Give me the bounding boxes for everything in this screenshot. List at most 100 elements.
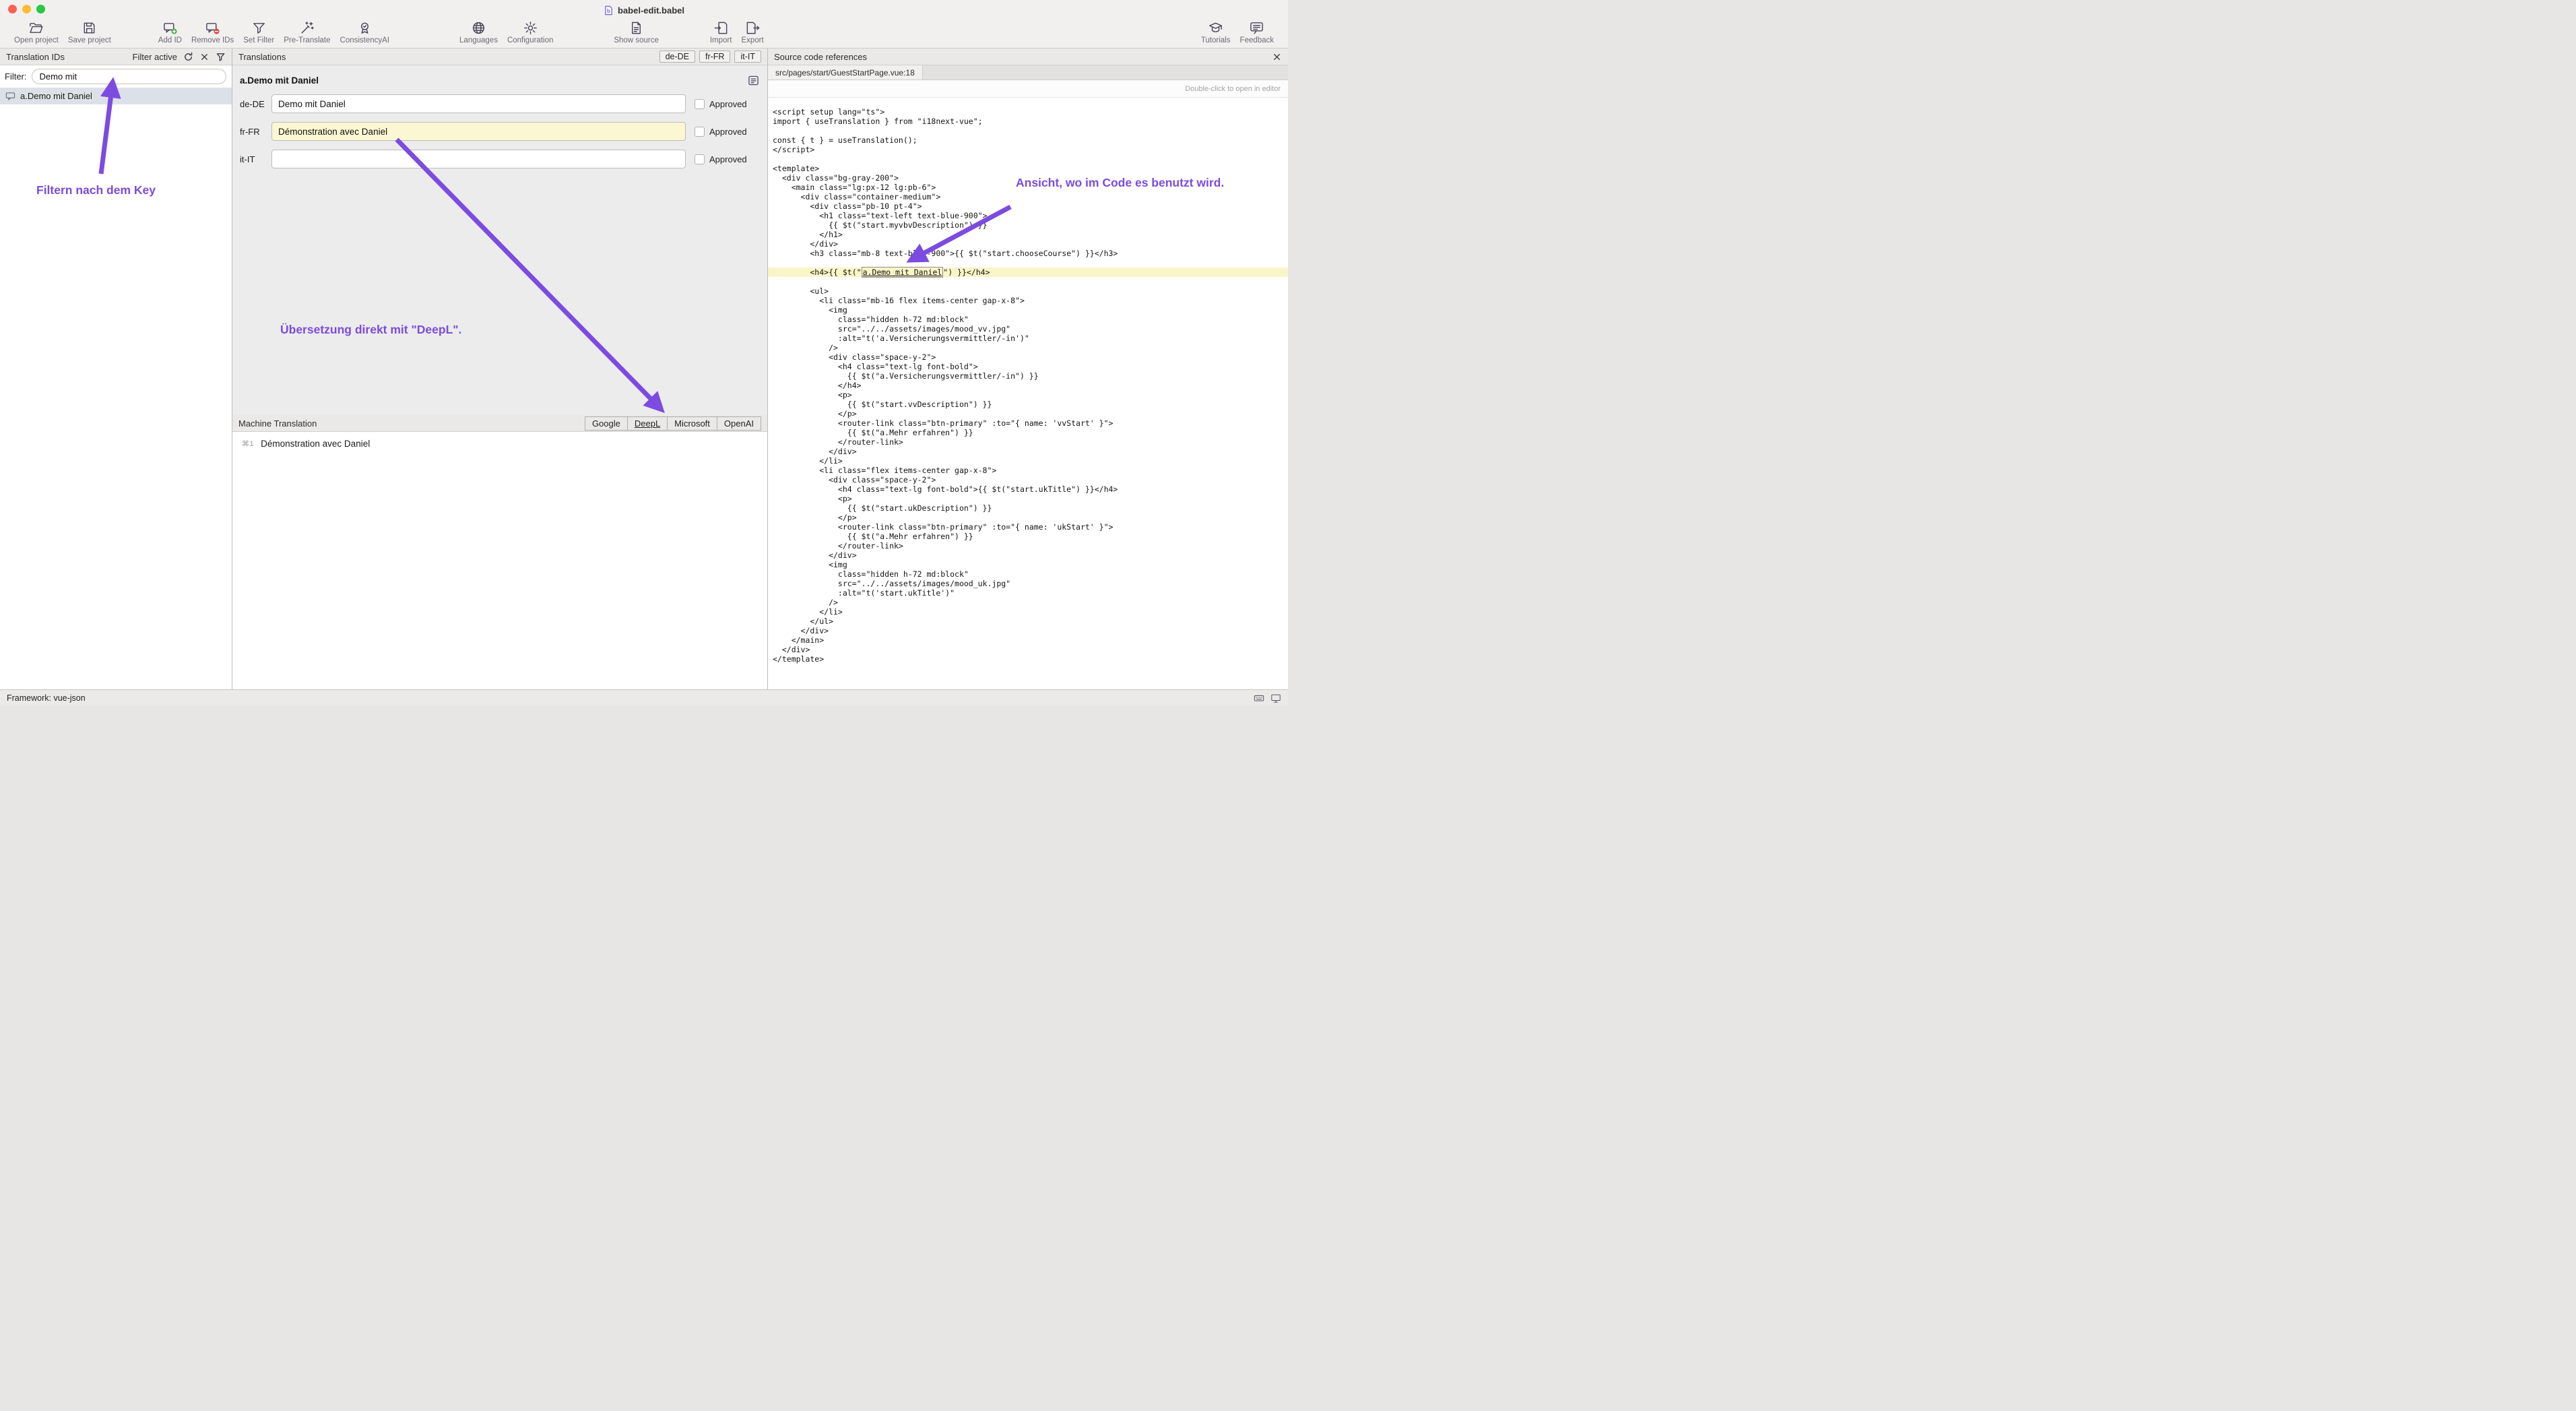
code-line: <template> <box>768 164 1288 173</box>
source-code-panel: Source code references src/pages/start/G… <box>768 49 1288 689</box>
toggle-de-DE[interactable]: de-DE <box>659 51 695 63</box>
open-in-editor-hint: Double-click to open in editor <box>1185 85 1281 93</box>
set-filter-button[interactable]: Set Filter <box>238 20 279 45</box>
code-line: </div> <box>768 447 1288 456</box>
filter-label: Filter: <box>5 71 27 82</box>
code-line: </div> <box>768 239 1288 249</box>
toolbar-group-source: Show source <box>609 20 663 45</box>
source-code-header: Source code references <box>774 52 867 62</box>
zoom-window-button[interactable] <box>36 5 45 13</box>
svg-text:b: b <box>607 7 610 14</box>
tutorials-button[interactable]: Tutorials <box>1196 20 1235 45</box>
export-icon <box>745 20 761 36</box>
feedback-button[interactable]: Feedback <box>1235 20 1279 45</box>
code-line: <img <box>768 305 1288 315</box>
code-line: <li class="mb-16 flex items-center gap-x… <box>768 296 1288 305</box>
code-line <box>768 126 1288 135</box>
code-line: </p> <box>768 409 1288 418</box>
languages-button[interactable]: Languages <box>455 20 503 45</box>
code-line: {{ $t("a.Mehr erfahren") }} <box>768 428 1288 437</box>
translation-id-item[interactable]: a.Demo mit Daniel <box>0 88 232 104</box>
code-line: {{ $t("a.Versicherungsvermittler/-in") }… <box>768 371 1288 381</box>
funnel-icon <box>251 20 267 36</box>
toggle-it-IT[interactable]: it-IT <box>734 51 761 63</box>
file-reference-tab[interactable]: src/pages/start/GuestStartPage.vue:18 <box>768 65 923 80</box>
mt-tab-google[interactable]: Google <box>585 416 628 431</box>
save-project-button[interactable]: Save project <box>63 20 116 45</box>
remove-ids-button[interactable]: Remove IDs <box>187 20 238 45</box>
code-line: <h4 class="text-lg font-bold">{{ $t("sta… <box>768 484 1288 494</box>
machine-translation-header-bar: Machine Translation Google DeepL Microso… <box>232 415 767 432</box>
approved-label: Approved <box>709 99 747 109</box>
mt-tab-microsoft[interactable]: Microsoft <box>667 416 717 431</box>
traffic-lights <box>8 5 45 13</box>
code-line: <h4 class="text-lg font-bold"> <box>768 362 1288 371</box>
mt-suggestion-row[interactable]: ⌘1 Démonstration avec Daniel <box>242 439 758 449</box>
open-project-button[interactable]: Open project <box>9 20 63 45</box>
code-line: <div class="space-y-2"> <box>768 352 1288 362</box>
translation-input-fr-FR[interactable] <box>271 122 686 141</box>
filter-icon[interactable] <box>216 52 226 62</box>
pre-translate-button[interactable]: Pre-Translate <box>279 20 335 45</box>
show-source-button[interactable]: Show source <box>609 20 663 45</box>
code-line: <p> <box>768 494 1288 503</box>
refresh-icon[interactable] <box>183 52 193 62</box>
code-line: src="../../assets/images/mood_uk.jpg" <box>768 579 1288 588</box>
highlighted-translation-key: a.Demo mit Daniel <box>862 267 944 278</box>
filter-active-label: Filter active <box>133 52 177 62</box>
approved-checkbox-de-DE[interactable] <box>695 99 705 109</box>
code-line: :alt="t('a.Versicherungsvermittler/-in')… <box>768 334 1288 343</box>
keyboard-icon[interactable] <box>1254 693 1264 703</box>
mt-tab-deepl[interactable]: DeepL <box>627 416 668 431</box>
code-line: </p> <box>768 513 1288 522</box>
statusbar: Framework: vue-json <box>0 689 1288 706</box>
toggle-fr-FR[interactable]: fr-FR <box>699 51 730 63</box>
translation-input-de-DE[interactable] <box>271 94 686 113</box>
code-line: {{ $t("start.ukDescription") }} <box>768 503 1288 513</box>
translation-row-fr-FR: fr-FR Approved <box>232 122 767 141</box>
translations-header: Translations <box>238 52 286 62</box>
close-panel-icon[interactable] <box>1272 52 1282 62</box>
code-line: <li class="flex items-center gap-x-8"> <box>768 466 1288 475</box>
code-line: </div> <box>768 626 1288 635</box>
export-button[interactable]: Export <box>736 20 768 45</box>
language-label: de-DE <box>240 99 271 109</box>
translation-input-it-IT[interactable] <box>271 150 686 168</box>
translation-ids-panel: Translation IDs Filter active Filter: a.… <box>0 49 232 689</box>
machine-translation-body: ⌘1 Démonstration avec Daniel <box>232 432 767 689</box>
add-id-button[interactable]: Add ID <box>154 20 187 45</box>
code-line: import { useTranslation } from "i18next-… <box>768 117 1288 126</box>
code-line: </ul> <box>768 617 1288 626</box>
framework-label: Framework: vue-json <box>7 693 86 703</box>
approved-checkbox-fr-FR[interactable] <box>695 127 705 137</box>
selected-translation-id: a.Demo mit Daniel <box>240 75 319 86</box>
code-line: /> <box>768 343 1288 352</box>
translation-id-list: a.Demo mit Daniel <box>0 88 232 689</box>
comment-note-icon[interactable] <box>748 75 759 86</box>
code-line: </script> <box>768 145 1288 154</box>
source-code-listing[interactable]: <script setup lang="ts">import { useTran… <box>768 98 1288 689</box>
minimize-window-button[interactable] <box>22 5 31 13</box>
display-icon[interactable] <box>1270 693 1281 703</box>
translations-body: a.Demo mit Daniel de-DE Approved fr-FR A… <box>232 65 767 415</box>
configuration-button[interactable]: Configuration <box>503 20 558 45</box>
mt-provider-tabs: Google DeepL Microsoft OpenAI <box>585 416 761 431</box>
globe-icon <box>471 20 486 36</box>
import-button[interactable]: Import <box>705 20 737 45</box>
approved-checkbox-it-IT[interactable] <box>695 154 705 164</box>
code-line: </div> <box>768 645 1288 654</box>
feedback-bubble-icon <box>1249 20 1264 36</box>
mt-tab-openai[interactable]: OpenAI <box>717 416 761 431</box>
close-window-button[interactable] <box>8 5 17 13</box>
code-line: <main class="lg:px-12 lg:pb-6"> <box>768 183 1288 192</box>
bubble-minus-icon <box>205 20 220 36</box>
code-line: </div> <box>768 551 1288 560</box>
code-line: :alt="t('start.ukTitle')" <box>768 588 1288 598</box>
filter-input[interactable] <box>32 69 227 84</box>
bubble-plus-icon <box>162 20 178 36</box>
language-toggles: de-DE fr-FR it-IT <box>655 51 761 63</box>
consistency-ai-button[interactable]: ConsistencyAI <box>335 20 395 45</box>
clear-filter-icon[interactable] <box>199 52 210 62</box>
code-line: const { t } = useTranslation(); <box>768 135 1288 145</box>
code-line: {{ $t("a.Mehr erfahren") }} <box>768 532 1288 541</box>
